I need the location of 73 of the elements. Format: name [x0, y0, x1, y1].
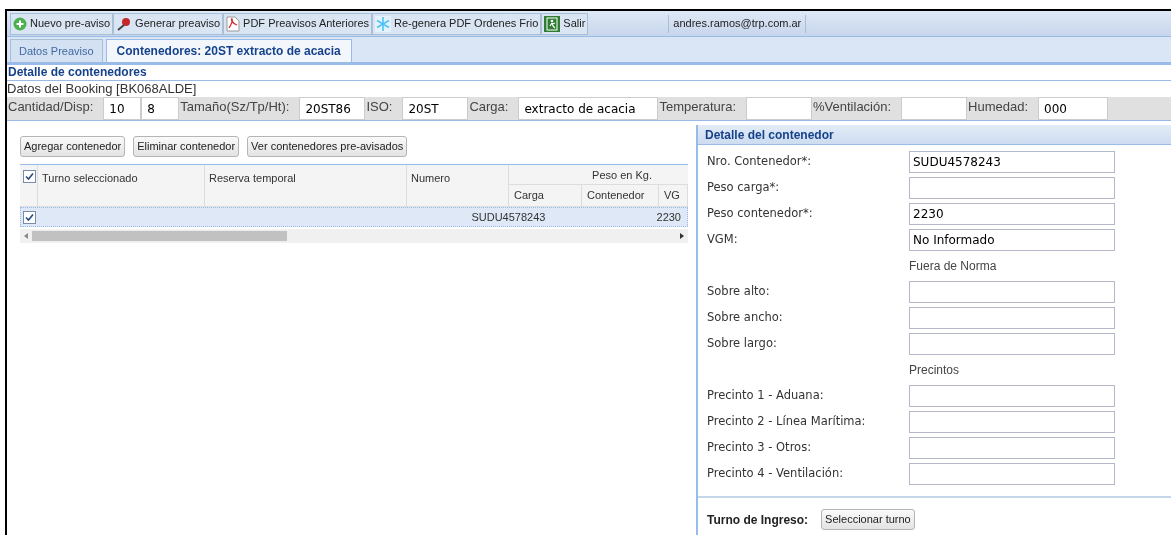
field-label: Sobre alto: — [707, 283, 771, 301]
booking-field[interactable]: extracto de acacia — [518, 97, 659, 120]
booking-field[interactable]: 10 — [103, 97, 142, 120]
column-header[interactable]: Carga — [509, 185, 582, 206]
checkbox[interactable] — [23, 170, 36, 183]
group-heading: Fuera de Norma — [909, 258, 997, 275]
column-header[interactable]: Contenedor — [582, 185, 659, 206]
column-group-header: Peso en Kg. — [509, 165, 688, 185]
snowflake-icon — [375, 15, 392, 32]
exit-icon — [544, 15, 561, 32]
turno-label: Turno de Ingreso: — [707, 511, 809, 529]
field-label: Precinto 4 - Ventilación: — [707, 465, 845, 483]
field-label: Tamaño(Sz/Tp/Ht): — [179, 98, 291, 116]
input-field[interactable] — [909, 463, 1115, 485]
field-label: Precinto 1 - Aduana: — [707, 387, 825, 405]
input-field[interactable] — [909, 385, 1115, 407]
field-label: Humedad: — [967, 98, 1030, 116]
field-label: Peso carga*: — [707, 179, 781, 197]
booking-field[interactable]: 20ST — [402, 97, 469, 120]
field-label: Precinto 2 - Línea Marítima: — [707, 413, 867, 431]
input-field[interactable]: No Informado — [909, 229, 1115, 251]
booking-field[interactable]: 8 — [141, 97, 180, 120]
tab[interactable]: Datos Preaviso — [10, 39, 103, 62]
input-field[interactable] — [909, 177, 1115, 199]
input-field[interactable] — [909, 437, 1115, 459]
horizontal-scrollbar[interactable] — [20, 229, 688, 243]
toolbar-button[interactable]: PDF Preavisos Anteriores — [223, 12, 373, 35]
booking-field[interactable] — [901, 97, 968, 120]
input-field[interactable] — [909, 281, 1115, 303]
tab[interactable]: Contenedores: 20ST extracto de acacia — [105, 39, 352, 62]
grid-row[interactable]: SUDU4578243 2230 — [20, 207, 688, 227]
field-label: Precinto 3 - Otros: — [707, 439, 812, 457]
toolbar-button[interactable]: Re-genera PDF Ordenes Frio — [372, 12, 542, 35]
list-button[interactable]: Ver contenedores pre-avisados — [247, 136, 408, 157]
plus-circle-icon — [13, 16, 27, 31]
booking-field[interactable] — [746, 97, 812, 120]
pushpin-icon — [116, 16, 133, 31]
booking-field[interactable]: 000 — [1038, 97, 1109, 120]
pdf-icon — [226, 15, 241, 32]
field-label: ISO: — [365, 98, 394, 116]
group-heading: Precintos — [909, 362, 960, 379]
field-label: Sobre ancho: — [707, 309, 784, 327]
field-label: %Ventilación: — [812, 98, 893, 116]
table-cell-text: SUDU4578243 — [470, 209, 547, 225]
table-cell-text: 2230 — [655, 209, 682, 225]
field-label: Carga: — [468, 98, 510, 116]
user-email: andres.ramos@trp.com.ar — [672, 16, 803, 32]
input-field[interactable]: SUDU4578243 — [909, 151, 1115, 173]
field-label: Sobre largo: — [707, 335, 778, 353]
toolbar-button[interactable]: Generar preaviso — [113, 12, 224, 35]
booking-label: Datos del Booking [BK068ALDE] — [7, 81, 198, 97]
section-title: Detalle de contenedores — [7, 65, 1171, 81]
column-header[interactable]: Reserva temporal — [205, 165, 407, 206]
checkbox[interactable] — [23, 210, 36, 224]
input-field[interactable]: 2230 — [909, 203, 1115, 225]
field-label: Temperatura: — [658, 98, 737, 116]
input-field[interactable] — [909, 307, 1115, 329]
list-button[interactable]: Agregar contenedor — [20, 136, 126, 157]
panel-title: Detalle del contenedor — [698, 125, 1171, 145]
column-header[interactable]: VG — [659, 185, 688, 206]
column-header[interactable]: Turno seleccionado — [38, 165, 205, 206]
field-label: Cantidad/Disp: — [7, 98, 95, 116]
input-field[interactable] — [909, 411, 1115, 433]
field-label: VGM: — [707, 231, 739, 249]
column-header[interactable]: Numero — [407, 165, 509, 206]
input-field[interactable] — [909, 333, 1115, 355]
toolbar-button[interactable]: Nuevo pre-aviso — [10, 12, 114, 35]
toolbar-button[interactable]: Salir — [541, 12, 589, 35]
field-label: Nro. Contenedor*: — [707, 153, 813, 171]
field-label: Peso contenedor*: — [707, 205, 814, 223]
select-turn-button[interactable]: Seleccionar turno — [821, 509, 915, 530]
booking-field[interactable]: 20ST86 — [299, 97, 366, 120]
list-button[interactable]: Eliminar contenedor — [133, 136, 240, 157]
